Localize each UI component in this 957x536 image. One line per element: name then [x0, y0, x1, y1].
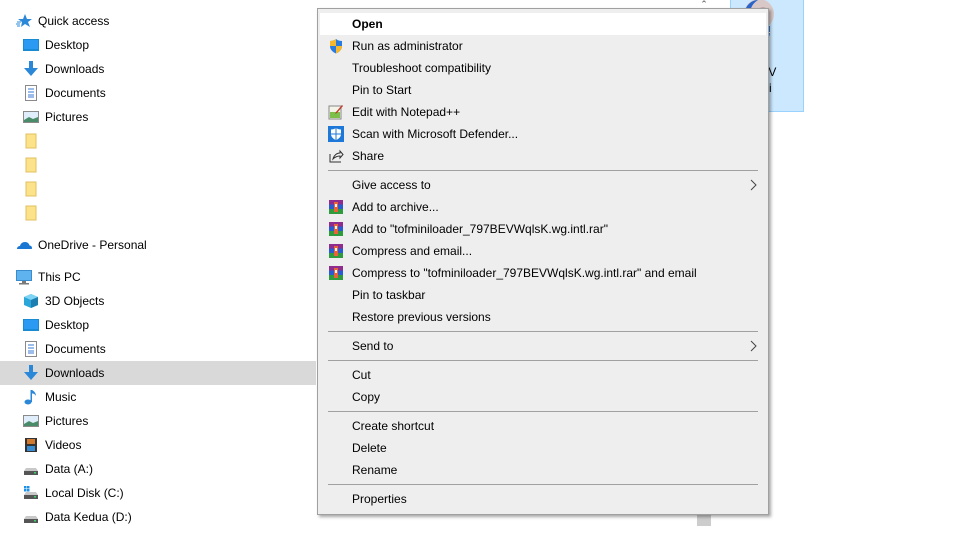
nav-qa-desktop[interactable]: Desktop [0, 33, 316, 57]
nav-pc-downloads[interactable]: Downloads [0, 361, 316, 385]
desktop-icon [23, 317, 39, 333]
winrar-icon [328, 243, 344, 259]
scrollbar-thumb[interactable] [697, 514, 711, 526]
star-icon [16, 13, 32, 29]
menu-item-scan-with-defender[interactable]: Scan with Microsoft Defender... [320, 123, 766, 145]
nav-qa-pictures[interactable]: Pictures [0, 105, 316, 129]
menu-item-pin-to-taskbar[interactable]: Pin to taskbar [320, 284, 766, 306]
defender-icon [328, 126, 344, 142]
documents-icon [23, 85, 39, 101]
drive-icon [23, 509, 39, 525]
onedrive-icon [16, 237, 32, 253]
nav-qa-folder-4[interactable] [0, 201, 316, 225]
nav-qa-documents[interactable]: Documents [0, 81, 316, 105]
menu-separator [328, 360, 758, 361]
menu-separator [328, 484, 758, 485]
menu-separator [328, 331, 758, 332]
desktop-icon [23, 37, 39, 53]
winrar-icon [328, 199, 344, 215]
menu-item-cut[interactable]: Cut [320, 364, 766, 386]
menu-item-restore-previous-versions[interactable]: Restore previous versions [320, 306, 766, 328]
menu-item-copy[interactable]: Copy [320, 386, 766, 408]
nav-pc-documents[interactable]: Documents [0, 337, 316, 361]
nav-qa-folder-1[interactable] [0, 129, 316, 153]
nav-quick-access[interactable]: Quick access [0, 9, 316, 33]
nav-pc-drive-a[interactable]: Data (A:) [0, 457, 316, 481]
winrar-icon [328, 221, 344, 237]
menu-item-properties[interactable]: Properties [320, 488, 766, 510]
menu-item-add-to-rar[interactable]: Add to "tofminiloader_797BEVWqlsK.wg.int… [320, 218, 766, 240]
nav-qa-downloads[interactable]: Downloads [0, 57, 316, 81]
menu-item-share[interactable]: Share [320, 145, 766, 167]
menu-item-add-to-archive[interactable]: Add to archive... [320, 196, 766, 218]
menu-separator [328, 411, 758, 412]
nav-pc-pictures[interactable]: Pictures [0, 409, 316, 433]
submenu-arrow-icon [748, 177, 758, 193]
notepadpp-icon [328, 104, 344, 120]
menu-item-troubleshoot-compatibility[interactable]: Troubleshoot compatibility [320, 57, 766, 79]
pictures-icon [23, 109, 39, 125]
menu-item-create-shortcut[interactable]: Create shortcut [320, 415, 766, 437]
navigation-pane: Quick access Desktop Downloads Documents… [0, 0, 316, 536]
nav-onedrive[interactable]: OneDrive - Personal [0, 233, 316, 257]
nav-qa-folder-3[interactable] [0, 177, 316, 201]
nav-pc-desktop[interactable]: Desktop [0, 313, 316, 337]
music-icon [23, 389, 39, 405]
menu-item-give-access-to[interactable]: Give access to [320, 174, 766, 196]
nav-qa-folder-2[interactable] [0, 153, 316, 177]
videos-icon [23, 437, 39, 453]
menu-item-delete[interactable]: Delete [320, 437, 766, 459]
downloads-icon [23, 365, 39, 381]
menu-item-compress-to-rar-and-email[interactable]: Compress to "tofminiloader_797BEVWqlsK.w… [320, 262, 766, 284]
drive-icon [23, 461, 39, 477]
scroll-up-arrow-icon[interactable]: ⌃ [697, 0, 711, 8]
submenu-arrow-icon [748, 338, 758, 354]
menu-item-open[interactable]: Open [320, 13, 766, 35]
uac-shield-icon [328, 38, 344, 54]
nav-pc-drive-c[interactable]: Local Disk (C:) [0, 481, 316, 505]
folder-icon [23, 157, 39, 173]
menu-separator [328, 170, 758, 171]
nav-pc-videos[interactable]: Videos [0, 433, 316, 457]
this-pc-icon [16, 269, 32, 285]
folder-icon [23, 205, 39, 221]
downloads-icon [23, 61, 39, 77]
windows-drive-icon [23, 485, 39, 501]
3d-objects-icon [23, 293, 39, 309]
menu-item-edit-with-notepadpp[interactable]: Edit with Notepad++ [320, 101, 766, 123]
menu-item-compress-and-email[interactable]: Compress and email... [320, 240, 766, 262]
folder-icon [23, 133, 39, 149]
winrar-icon [328, 265, 344, 281]
pictures-icon [23, 413, 39, 429]
menu-item-run-as-administrator[interactable]: Run as administrator [320, 35, 766, 57]
nav-pc-drive-d[interactable]: Data Kedua (D:) [0, 505, 316, 529]
nav-this-pc[interactable]: This PC [0, 265, 316, 289]
share-icon [328, 148, 344, 164]
menu-item-pin-to-start[interactable]: Pin to Start [320, 79, 766, 101]
menu-item-rename[interactable]: Rename [320, 459, 766, 481]
nav-pc-music[interactable]: Music [0, 385, 316, 409]
folder-icon [23, 181, 39, 197]
menu-item-send-to[interactable]: Send to [320, 335, 766, 357]
documents-icon [23, 341, 39, 357]
context-menu: Open Run as administrator Troubleshoot c… [317, 8, 769, 515]
nav-pc-3d-objects[interactable]: 3D Objects [0, 289, 316, 313]
